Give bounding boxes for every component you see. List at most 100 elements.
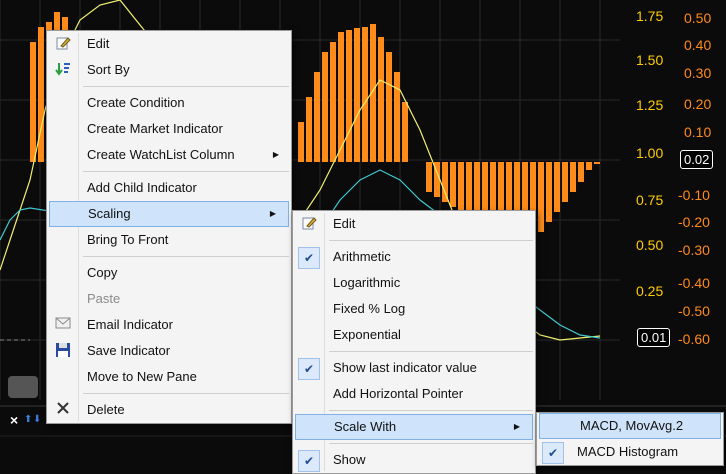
- edit-icon: [299, 215, 319, 233]
- context-menu: Edit Sort By Create Condition Create Market…: [46, 30, 292, 424]
- menu-item-logarithmic[interactable]: Logarithmic: [293, 270, 535, 296]
- histogram-bar: [314, 72, 320, 162]
- arrow-down-icon[interactable]: ⬇: [33, 414, 41, 425]
- menu-item-arithmetic[interactable]: ✔ Arithmetic: [293, 244, 535, 270]
- right-axis-tick-label: -0.30: [678, 242, 710, 258]
- scrollbar-thumb[interactable]: [8, 376, 38, 398]
- menu-item-macd-movavg-2[interactable]: MACD, MovAvg.2: [539, 413, 721, 439]
- menu-item-add-horizontal-pointer[interactable]: Add Horizontal Pointer: [293, 381, 535, 407]
- menu-item-edit[interactable]: Edit: [47, 31, 291, 57]
- menu-separator: [329, 410, 533, 411]
- current-value-marker: 0.02: [680, 150, 714, 169]
- menu-item-save-indicator[interactable]: Save Indicator: [47, 338, 291, 364]
- right-axis-tick-label: 0.30: [684, 65, 712, 81]
- menu-item-delete[interactable]: Delete: [47, 397, 291, 423]
- menu-item-label: MACD Histogram: [577, 444, 679, 459]
- edit-icon: [53, 35, 73, 53]
- menu-item-label: Sort By: [87, 62, 130, 77]
- scaling-submenu: Edit ✔ Arithmetic Logarithmic Fixed % Log Exp…: [292, 210, 536, 474]
- menu-item-create-watchlist-column[interactable]: Create WatchList Column ▶: [47, 142, 291, 168]
- checkmark-icon: ✔: [298, 247, 320, 269]
- menu-item-label: Add Horizontal Pointer: [333, 386, 464, 401]
- menu-item-show-last-indicator-value[interactable]: ✔ Show last indicator value: [293, 355, 535, 381]
- histogram-bar: [386, 52, 392, 162]
- histogram-bar: [30, 42, 36, 162]
- right-axis-tick-label: -0.50: [678, 303, 710, 319]
- menu-item-create-condition[interactable]: Create Condition: [47, 90, 291, 116]
- checkmark-icon: ✔: [298, 358, 320, 380]
- menu-item-label: Add Child Indicator: [87, 180, 197, 195]
- menu-item-label: MACD, MovAvg.2: [580, 418, 684, 433]
- menu-item-label: Bring To Front: [87, 232, 169, 247]
- left-axis-tick-label: 0.50: [636, 237, 664, 253]
- histogram-bar: [554, 162, 560, 212]
- menu-item-label: Move to New Pane: [87, 369, 197, 384]
- submenu-arrow-icon: ▶: [272, 150, 279, 159]
- menu-item-label: Show last indicator value: [333, 360, 477, 375]
- menu-item-label: Edit: [333, 216, 356, 231]
- menu-item-email-indicator[interactable]: Email Indicator: [47, 312, 291, 338]
- histogram-bar: [394, 72, 400, 162]
- menu-item-sort-by[interactable]: Sort By: [47, 57, 291, 83]
- histogram-bar: [570, 162, 576, 192]
- menu-item-label: Paste: [87, 291, 121, 306]
- histogram-bar: [330, 42, 336, 162]
- left-axis-tick-label: 0.75: [636, 192, 664, 208]
- right-axis-tick-label: 0.40: [684, 37, 712, 53]
- submenu-arrow-icon: ▶: [269, 209, 276, 218]
- histogram-bar: [346, 30, 352, 162]
- histogram-bar: [298, 122, 304, 162]
- close-icon[interactable]: ×: [10, 412, 18, 428]
- menu-item-scale-with[interactable]: Scale With ▶: [295, 414, 533, 440]
- menu-item-label: Delete: [87, 402, 125, 417]
- histogram-bar: [306, 97, 312, 162]
- histogram-bar: [458, 162, 464, 212]
- left-axis-marker: 0.01: [637, 328, 671, 347]
- email-icon: [53, 316, 73, 334]
- menu-item-create-market-indicator[interactable]: Create Market Indicator: [47, 116, 291, 142]
- arrow-up-icon[interactable]: ⬆: [24, 414, 32, 425]
- histogram-bar: [562, 162, 568, 202]
- menu-separator: [329, 443, 533, 444]
- right-axis-tick-label: 0.20: [684, 96, 712, 112]
- menu-item-label: Create Condition: [87, 95, 185, 110]
- menu-item-edit[interactable]: Edit: [293, 211, 535, 237]
- histogram-bar: [362, 27, 368, 162]
- left-axis-tick-label: 1.75: [636, 8, 664, 24]
- menu-item-exponential[interactable]: Exponential: [293, 322, 535, 348]
- histogram-bar: [450, 162, 456, 207]
- menu-item-label: Arithmetic: [333, 249, 391, 264]
- menu-item-add-child-indicator[interactable]: Add Child Indicator: [47, 175, 291, 201]
- histogram-bar: [354, 28, 360, 162]
- histogram-bar: [322, 52, 328, 162]
- checkmark-icon: ✔: [542, 442, 564, 464]
- histogram-bar: [378, 37, 384, 162]
- menu-item-copy[interactable]: Copy: [47, 260, 291, 286]
- histogram-bar: [466, 162, 472, 214]
- menu-item-scaling[interactable]: Scaling ▶: [49, 201, 289, 227]
- left-axis-tick-label: 1.25: [636, 97, 664, 113]
- right-axis-tick-label: -0.40: [678, 275, 710, 291]
- menu-item-label: Email Indicator: [87, 317, 173, 332]
- menu-item-label: Edit: [87, 36, 110, 51]
- menu-separator: [83, 171, 289, 172]
- left-axis-tick-label: 1.00: [636, 145, 664, 161]
- menu-item-fixed-log[interactable]: Fixed % Log: [293, 296, 535, 322]
- histogram-bar: [546, 162, 552, 222]
- right-axis-tick-label: -0.60: [678, 331, 710, 347]
- sort-icon: [53, 61, 73, 79]
- histogram-bar: [586, 162, 592, 170]
- menu-item-label: Create Market Indicator: [87, 121, 223, 136]
- menu-item-move-to-new-pane[interactable]: Move to New Pane: [47, 364, 291, 390]
- menu-item-bring-to-front[interactable]: Bring To Front: [47, 227, 291, 253]
- histogram-bar: [538, 162, 544, 232]
- menu-item-label: Copy: [87, 265, 118, 280]
- histogram-bar: [578, 162, 584, 182]
- left-axis-tick-label: 1.50: [636, 52, 664, 68]
- menu-item-macd-histogram[interactable]: ✔ MACD Histogram: [537, 439, 723, 465]
- menu-separator: [83, 393, 289, 394]
- submenu-arrow-icon: ▶: [513, 422, 520, 431]
- menu-item-show[interactable]: ✔ Show: [293, 447, 535, 473]
- menu-separator: [329, 240, 533, 241]
- histogram-bar: [38, 27, 44, 162]
